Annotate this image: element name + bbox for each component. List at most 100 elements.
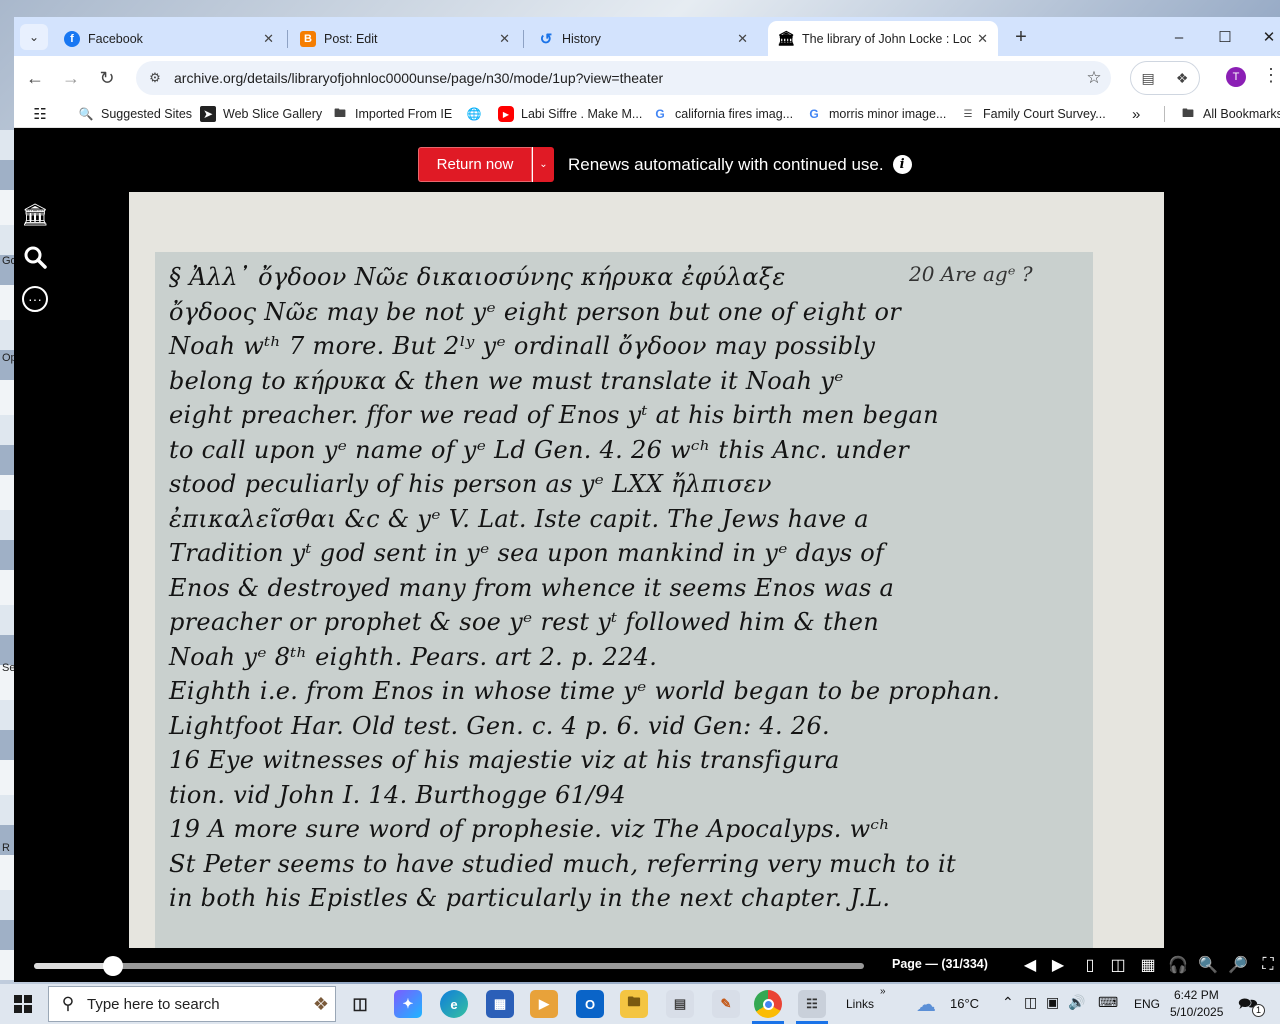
tab-john-locke-library[interactable]: 🏛 The library of John Locke : Lock ✕ [768,21,998,56]
loan-bar: Return now ⌄ Renews automatically with c… [418,147,912,182]
extensions-group: ▤ ❖ [1130,61,1200,95]
browser-toolbar: ← → ↻ ⚙ archive.org/details/libraryofjoh… [14,56,1280,99]
globe-icon: 🌐 [466,107,482,121]
bookmark-labi-siffre[interactable]: ▶ Labi Siffre . Make M... [498,104,642,124]
tab-search-button[interactable]: ⌄ [20,24,48,50]
bookmark-label: california fires imag... [675,107,794,121]
clock-time[interactable]: 6:42 PM [1174,988,1219,1002]
notification-count-badge: 1 [1252,1004,1265,1017]
manuscript-line: ὄγδοος Nῶε may be not yᵉ eight person bu… [169,297,902,326]
volume-icon[interactable]: 🔊 [1068,994,1085,1011]
info-icon[interactable]: i [892,155,912,174]
paint-icon[interactable]: ✎ [712,990,740,1018]
apps-grid-icon[interactable]: ☷ [32,104,55,124]
previous-page-icon[interactable]: ◀ [1018,954,1042,976]
copilot-icon[interactable]: ✦ [394,990,422,1018]
keyboard-icon[interactable]: ⌨ [1098,994,1118,1011]
taskbar-search-placeholder: Type here to search [87,995,220,1013]
bookmark-web-slice-gallery[interactable]: ➤ Web Slice Gallery [200,104,322,124]
browser-menu-icon[interactable]: ⋮ [1262,65,1280,86]
tab-history[interactable]: ↺ History ✕ [528,21,758,56]
bookmark-family-court-survey[interactable]: ☰ Family Court Survey... [960,104,1106,124]
page-slider-handle[interactable] [103,956,123,976]
chrome-browser-icon[interactable] [754,990,782,1018]
weather-cloud-icon[interactable]: ☁ [916,992,936,1017]
next-page-icon[interactable]: ▶ [1046,954,1070,976]
zoom-out-icon[interactable]: 🔍 [1196,954,1220,976]
forward-button[interactable]: → [58,65,84,91]
new-tab-button[interactable]: + [1008,25,1034,49]
clock-date[interactable]: 5/10/2025 [1170,1005,1223,1019]
manuscript-line: to call upon yᵉ name of yᵉ Ld Gen. 4. 26… [169,435,909,464]
bookmark-globe[interactable]: 🌐 [466,104,489,124]
return-now-button[interactable]: Return now [418,147,532,182]
back-button[interactable]: ← [22,65,48,91]
facebook-icon: f [64,30,80,47]
maximize-button[interactable]: ☐ [1210,25,1240,49]
archive-logo-icon[interactable]: 🏛 [20,200,50,230]
bookmark-california-fires[interactable]: G california fires imag... [652,104,793,124]
site-info-icon[interactable]: ⚙ [140,70,170,86]
all-bookmarks-folder[interactable]: 🖿 All Bookmarks [1180,104,1280,124]
thumbnail-view-icon[interactable]: ▦ [1136,954,1160,976]
chevron-down-icon: ⌄ [28,30,40,44]
tab-title: Facebook [88,31,143,46]
profile-avatar[interactable]: T [1226,67,1246,87]
reload-button[interactable]: ↻ [94,65,120,91]
web-slice-icon: ➤ [200,106,216,122]
edge-browser-icon[interactable]: e [440,990,468,1018]
page-slider[interactable] [34,956,864,976]
tray-overflow-chevron-icon[interactable]: ⌃ [1002,994,1014,1011]
manuscript-line: Noah wᵗʰ 7 more. But 2ˡʸ yᵉ ordinall ὄγδ… [169,332,876,360]
one-page-view-icon[interactable]: ▯ [1078,954,1102,976]
zoom-in-icon[interactable]: 🔎 [1226,954,1250,976]
bookmark-suggested-sites[interactable]: 🔍 Suggested Sites [78,104,193,124]
google-icon: G [809,107,819,121]
weather-temperature[interactable]: 16°C [950,996,979,1011]
tab-post-edit[interactable]: B Post: Edit ✕ [290,21,520,56]
chevron-down-icon[interactable]: ⌄ [532,147,554,182]
bookmark-label: Family Court Survey... [983,107,1106,121]
close-icon[interactable]: ✕ [977,31,988,47]
input-language[interactable]: ENG [1134,997,1160,1011]
manuscript-line: St Peter seems to have studied much, ref… [169,849,956,878]
reading-mode-icon[interactable]: ▤ [1142,70,1155,87]
search-icon[interactable] [20,242,50,272]
extensions-puzzle-icon[interactable]: ❖ [1176,70,1189,87]
minimize-button[interactable]: – [1164,25,1194,49]
bookmark-morris-minor[interactable]: G morris minor image... [806,104,946,124]
two-page-view-icon[interactable]: ◫ [1106,954,1130,976]
bookmark-imported-from-ie[interactable]: 🖿 Imported From IE [332,104,452,124]
media-player-icon[interactable]: ▶ [530,990,558,1018]
close-icon[interactable]: ✕ [263,31,274,47]
microsoft-store-icon[interactable]: ▦ [486,990,514,1018]
bookmarks-bar: ☷ 🔍 Suggested Sites ➤ Web Slice Gallery … [14,99,1280,128]
manuscript-line: Enos & destroyed many from whence it see… [169,573,895,602]
network-icon[interactable]: ◫ [1024,994,1037,1011]
windows-start-icon[interactable] [14,995,32,1013]
notepad-icon[interactable]: ▤ [666,990,694,1018]
manuscript-line: eight preacher. ffor we read of Enos yᵗ … [169,401,939,429]
address-bar[interactable]: ⚙ archive.org/details/libraryofjohnloc00… [136,61,1111,95]
read-aloud-headphones-icon[interactable]: 🎧 [1166,954,1190,976]
bookmarks-separator [1164,106,1165,122]
bookmark-star-icon[interactable]: ☆ [1077,68,1111,88]
google-icon: G [655,107,665,121]
bookmarks-overflow-chevron-icon[interactable]: » [1132,104,1140,124]
meet-now-icon[interactable]: ▣ [1046,994,1059,1011]
close-icon[interactable]: ✕ [737,31,748,47]
url-text[interactable]: archive.org/details/libraryofjohnloc0000… [174,70,1077,86]
taskbar-search-box[interactable]: ⚲ Type here to search ❖ [48,986,336,1022]
fullscreen-exit-icon[interactable]: ⛶ [1256,954,1280,976]
file-explorer-icon[interactable]: 🖿 [620,990,648,1018]
manuscript-line: belong to κήρυκα & then we must translat… [169,366,844,395]
outlook-icon[interactable]: O [576,990,604,1018]
close-window-button[interactable]: ✕ [1254,25,1280,49]
links-toolbar-label[interactable]: Links [846,997,874,1011]
document-viewer-icon[interactable]: ☷ [798,990,826,1018]
tab-facebook[interactable]: f Facebook ✕ [54,21,284,56]
more-options-icon[interactable]: ··· [20,284,50,314]
links-expand-chevron-icon[interactable]: » [880,986,886,997]
task-view-icon[interactable]: ◫ [346,990,374,1018]
close-icon[interactable]: ✕ [499,31,510,47]
